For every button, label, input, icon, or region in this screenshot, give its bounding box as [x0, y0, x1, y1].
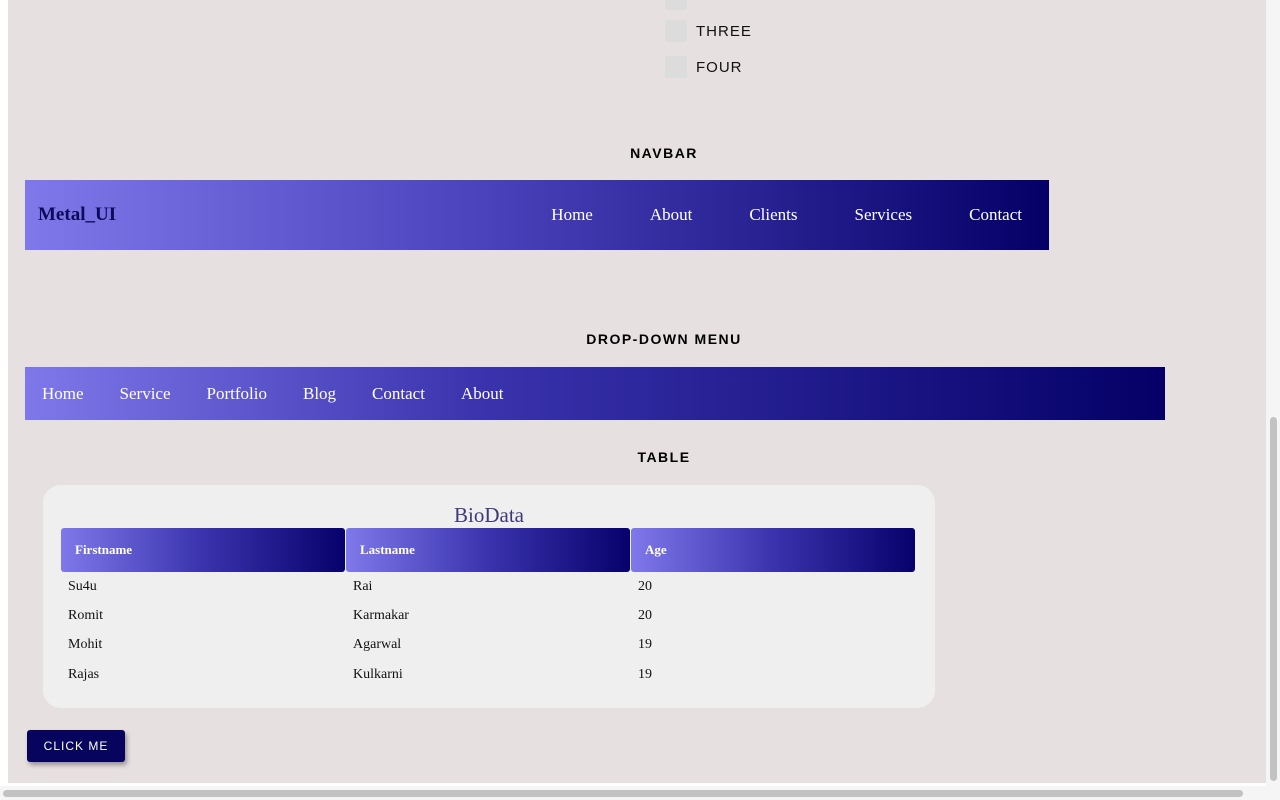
- navbar: Metal_UI Home About Clients Services Con…: [25, 180, 1049, 250]
- vertical-scrollbar-thumb[interactable]: [1270, 417, 1277, 781]
- table-cell: Agarwal: [353, 637, 402, 652]
- horizontal-scrollbar-thumb[interactable]: [3, 790, 1243, 797]
- nav-link-about[interactable]: About: [650, 205, 693, 225]
- nav-link-clients[interactable]: Clients: [749, 205, 797, 225]
- checkbox-row-three[interactable]: THREE: [665, 20, 752, 42]
- table-row: Su4u Rai 20: [68, 579, 923, 595]
- checkbox-row-partial[interactable]: [665, 0, 696, 10]
- table-header-row: Firstname Lastname Age: [61, 528, 915, 572]
- table-cell: 20: [638, 608, 652, 623]
- nav-link-services[interactable]: Services: [855, 205, 913, 225]
- table-caption: BioData: [454, 503, 524, 527]
- table-row: Rajas Kulkarni 19: [68, 667, 923, 683]
- table-cell: Rai: [353, 579, 373, 594]
- table-cell: Karmakar: [353, 608, 409, 623]
- table-cell: 19: [638, 667, 652, 682]
- dropdown-item-contact[interactable]: Contact: [372, 384, 425, 404]
- checkbox[interactable]: [665, 56, 687, 78]
- checkbox[interactable]: [665, 20, 687, 42]
- checkbox[interactable]: [665, 0, 687, 10]
- horizontal-scrollbar[interactable]: [0, 786, 1280, 800]
- dropdown-menu-bar: Home Service Portfolio Blog Contact Abou…: [25, 367, 1165, 420]
- table-cell: Su4u: [68, 579, 97, 594]
- dropdown-section-title: DROP-DOWN MENU: [586, 331, 742, 347]
- table-cell: Romit: [68, 608, 104, 623]
- dropdown-item-about[interactable]: About: [461, 384, 504, 404]
- table-row: Romit Karmakar 20: [68, 608, 923, 624]
- navbar-links: Home About Clients Services Contact: [551, 205, 1022, 225]
- checkbox-label: THREE: [696, 22, 752, 40]
- checkbox-row-four[interactable]: FOUR: [665, 56, 743, 78]
- dropdown-item-home[interactable]: Home: [42, 384, 84, 404]
- navbar-section-title: NAVBAR: [630, 145, 698, 161]
- dropdown-item-service[interactable]: Service: [120, 384, 171, 404]
- checkbox-label: FOUR: [696, 58, 743, 76]
- table-section-title: TABLE: [637, 449, 691, 465]
- table-header-lastname: Lastname: [346, 528, 630, 572]
- nav-link-home[interactable]: Home: [551, 205, 593, 225]
- table-cell: Rajas: [68, 667, 100, 682]
- table-cell: 19: [638, 637, 652, 652]
- table-card: BioData Firstname Lastname Age Su4u Rai …: [43, 485, 935, 708]
- table-cell: 20: [638, 579, 652, 594]
- page-canvas: THREE FOUR NAVBAR Metal_UI Home About Cl…: [8, 0, 1266, 783]
- dropdown-item-portfolio[interactable]: Portfolio: [207, 384, 267, 404]
- navbar-brand[interactable]: Metal_UI: [38, 204, 116, 226]
- vertical-scrollbar[interactable]: [1266, 0, 1280, 786]
- table-header-firstname: Firstname: [61, 528, 345, 572]
- table-cell: Kulkarni: [353, 667, 403, 682]
- table-row: Mohit Agarwal 19: [68, 637, 923, 653]
- dropdown-item-blog[interactable]: Blog: [303, 384, 336, 404]
- table-header-age: Age: [631, 528, 915, 572]
- nav-link-contact[interactable]: Contact: [969, 205, 1022, 225]
- table-cell: Mohit: [68, 637, 103, 652]
- click-me-button[interactable]: CLICK ME: [27, 730, 125, 762]
